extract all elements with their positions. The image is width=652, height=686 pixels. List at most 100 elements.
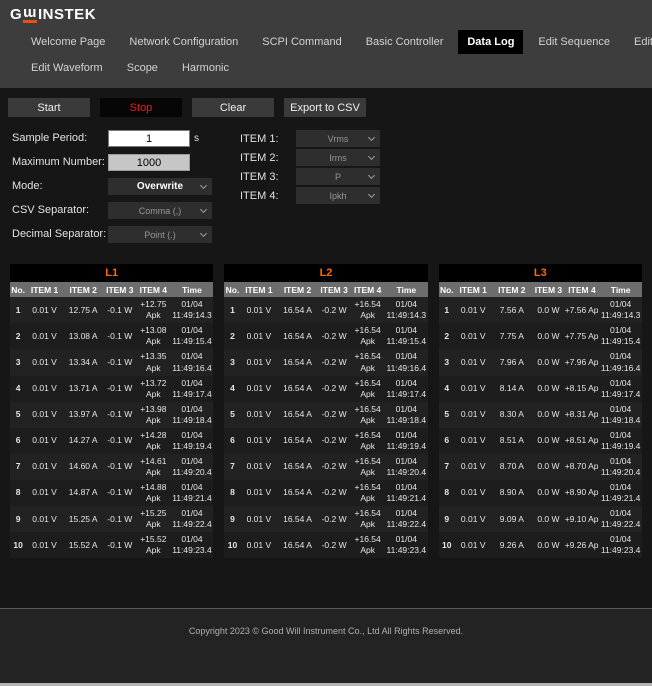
table-cell: 16.54 A bbox=[277, 297, 318, 323]
table-cell: 5 bbox=[439, 402, 455, 428]
table-cell: 10 bbox=[10, 532, 26, 558]
table-cell: +16.54 Apk bbox=[350, 532, 385, 558]
table-cell: +16.54 Apk bbox=[350, 297, 385, 323]
table-cell: -0.1 W bbox=[104, 428, 137, 454]
table-cell: 13.34 A bbox=[63, 349, 104, 375]
table-row: 80.01 V14.87 A-0.1 W+14.88 Apk01/04 11:4… bbox=[10, 480, 213, 506]
start-button[interactable]: Start bbox=[8, 98, 90, 117]
table-cell: 13.08 A bbox=[63, 323, 104, 349]
table-cell: -0.1 W bbox=[104, 349, 137, 375]
table-cell: 13.97 A bbox=[63, 402, 104, 428]
mode-select[interactable]: Overwrite bbox=[108, 178, 212, 195]
chevron-down-icon bbox=[200, 230, 207, 237]
nav-item-edit-sequence[interactable]: Edit Sequence bbox=[529, 30, 619, 54]
item-3-select[interactable]: P bbox=[296, 168, 380, 185]
table-cell: 7.56 A bbox=[492, 297, 533, 323]
stop-button[interactable]: Stop bbox=[100, 98, 182, 117]
clear-button[interactable]: Clear bbox=[192, 98, 274, 117]
nav-item-basic-controller[interactable]: Basic Controller bbox=[357, 30, 453, 54]
chevron-down-icon bbox=[200, 206, 207, 213]
nav-item-edit-waveform[interactable]: Edit Waveform bbox=[22, 56, 112, 80]
table-row: 30.01 V7.96 A0.0 W+7.96 Apk01/04 11:49:1… bbox=[439, 349, 642, 375]
item-1-select[interactable]: Vrms bbox=[296, 130, 380, 147]
table-cell: +8.51 Apk bbox=[565, 428, 600, 454]
table-cell: 01/04 11:49:18.4 bbox=[385, 402, 428, 428]
logo-text-instek: INSTEK bbox=[38, 6, 96, 23]
nav-item-network-configuration[interactable]: Network Configuration bbox=[120, 30, 247, 54]
table-cell: 5 bbox=[10, 402, 26, 428]
table-cell: 10 bbox=[224, 532, 240, 558]
nav-item-data-log[interactable]: Data Log bbox=[458, 30, 523, 54]
table-cell: 0.01 V bbox=[26, 428, 63, 454]
table-cell: +13.98 Apk bbox=[136, 402, 171, 428]
nav-row-1: Welcome PageNetwork ConfigurationSCPI Co… bbox=[10, 30, 642, 54]
table-cell: 01/04 11:49:18.4 bbox=[599, 402, 642, 428]
table-cell: 8 bbox=[10, 480, 26, 506]
table-row: 90.01 V9.09 A0.0 W+9.10 Apk01/04 11:49:2… bbox=[439, 506, 642, 532]
csv-separator-select[interactable]: Comma (,) bbox=[108, 202, 212, 219]
maximum-number-label: Maximum Number: bbox=[12, 155, 108, 171]
item-2-select[interactable]: Irms bbox=[296, 149, 380, 166]
table-cell: 12.75 A bbox=[63, 297, 104, 323]
column-header-item-2: ITEM 2 bbox=[63, 282, 104, 297]
table-cell: -0.2 W bbox=[318, 428, 351, 454]
table-cell: 0.01 V bbox=[26, 402, 63, 428]
table-cell: 0.01 V bbox=[455, 349, 492, 375]
table-row: 50.01 V16.54 A-0.2 W+16.54 Apk01/04 11:4… bbox=[224, 402, 427, 428]
mode-select-value: Overwrite bbox=[137, 181, 183, 192]
table-cell: +8.31 Apk bbox=[565, 402, 600, 428]
table-cell: +9.26 Apk bbox=[565, 532, 600, 558]
table-cell: 4 bbox=[439, 376, 455, 402]
table-cell: 7.75 A bbox=[492, 323, 533, 349]
item-2-row: ITEM 2:Irms bbox=[240, 149, 380, 166]
table-row: 100.01 V15.52 A-0.1 W+15.52 Apk01/04 11:… bbox=[10, 532, 213, 558]
item-1-row: ITEM 1:Vrms bbox=[240, 130, 380, 147]
table-cell: 0.01 V bbox=[26, 480, 63, 506]
table-cell: 0.01 V bbox=[455, 454, 492, 480]
table-cell: 6 bbox=[224, 428, 240, 454]
table-cell: 0.0 W bbox=[532, 402, 565, 428]
table-cell: 2 bbox=[10, 323, 26, 349]
nav-item-edit-simulate[interactable]: Edit Simulate bbox=[625, 30, 652, 54]
table-cell: 8 bbox=[224, 480, 240, 506]
table-cell: 01/04 11:49:16.4 bbox=[385, 349, 428, 375]
table-cell: +16.54 Apk bbox=[350, 454, 385, 480]
csv-separator-select-value: Comma (,) bbox=[139, 206, 182, 216]
table-cell: +8.90 Apk bbox=[565, 480, 600, 506]
table-cell: 01/04 11:49:16.4 bbox=[599, 349, 642, 375]
nav-item-harmonic[interactable]: Harmonic bbox=[173, 56, 238, 80]
table-cell: 0.01 V bbox=[455, 297, 492, 323]
table-cell: 01/04 11:49:18.4 bbox=[171, 402, 214, 428]
column-header-item-1: ITEM 1 bbox=[455, 282, 492, 297]
table-cell: +14.61 Apk bbox=[136, 454, 171, 480]
table-cell: +15.52 Apk bbox=[136, 532, 171, 558]
table-cell: 01/04 11:49:14.3 bbox=[171, 297, 214, 323]
nav-item-welcome-page[interactable]: Welcome Page bbox=[22, 30, 114, 54]
chevron-down-icon bbox=[200, 182, 207, 189]
export-to-csv-button[interactable]: Export to CSV bbox=[284, 98, 366, 117]
nav-item-scope[interactable]: Scope bbox=[118, 56, 167, 80]
table-row: 70.01 V8.70 A0.0 W+8.70 Apk01/04 11:49:2… bbox=[439, 454, 642, 480]
table-cell: 01/04 11:49:22.4 bbox=[171, 506, 214, 532]
column-header-item-3: ITEM 3 bbox=[532, 282, 565, 297]
table-row: 100.01 V16.54 A-0.2 W+16.54 Apk01/04 11:… bbox=[224, 532, 427, 558]
decimal-separator-select[interactable]: Point (.) bbox=[108, 226, 212, 243]
column-header-item-2: ITEM 2 bbox=[492, 282, 533, 297]
table-cell: 01/04 11:49:23.4 bbox=[599, 532, 642, 558]
table-row: 100.01 V9.26 A0.0 W+9.26 Apk01/04 11:49:… bbox=[439, 532, 642, 558]
table-cell: 2 bbox=[224, 323, 240, 349]
table-cell: 0.01 V bbox=[455, 323, 492, 349]
column-header-item-1: ITEM 1 bbox=[241, 282, 278, 297]
column-header-item-3: ITEM 3 bbox=[318, 282, 351, 297]
nav-item-scpi-command[interactable]: SCPI Command bbox=[253, 30, 350, 54]
maximum-number-input[interactable] bbox=[108, 154, 190, 171]
table-row: 40.01 V16.54 A-0.2 W+16.54 Apk01/04 11:4… bbox=[224, 376, 427, 402]
table-cell: 3 bbox=[10, 349, 26, 375]
table-cell: 8.51 A bbox=[492, 428, 533, 454]
sample-period-input[interactable] bbox=[108, 130, 190, 147]
column-header-item-1: ITEM 1 bbox=[26, 282, 63, 297]
table-cell: 16.54 A bbox=[277, 480, 318, 506]
item-selects-column: ITEM 1:VrmsITEM 2:IrmsITEM 3:PITEM 4:Ipk… bbox=[240, 130, 380, 206]
table-cell: 3 bbox=[224, 349, 240, 375]
item-4-select[interactable]: Ipkh bbox=[296, 187, 380, 204]
